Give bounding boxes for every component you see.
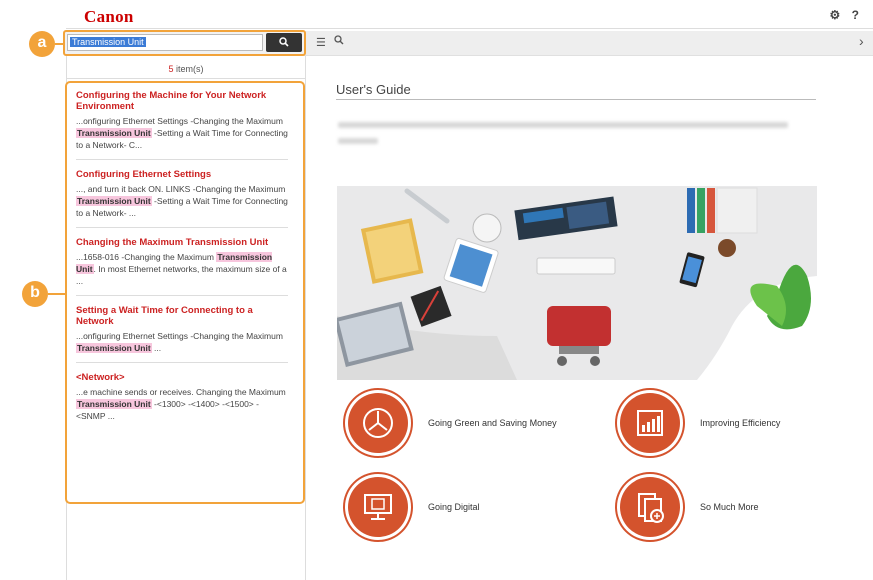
callout-a: a [29,31,55,57]
search-icon [279,37,289,47]
callout-b-connector [48,293,66,295]
result-snippet: ...onfiguring Ethernet Settings -Changin… [76,331,283,353]
bar-chart-icon[interactable] [620,393,680,453]
search-highlight: Transmission Unit [76,128,152,138]
header-icons: ⚙ ? [822,8,859,22]
search-button[interactable] [266,33,302,52]
list-item[interactable]: Configuring Ethernet Settings ..., and t… [76,169,288,228]
topic-label[interactable]: Going Digital [428,502,480,512]
result-snippet: ..., and turn it back ON. LINKS -Changin… [76,184,288,218]
result-title[interactable]: Changing the Maximum Transmission Unit [76,237,288,248]
more-documents-icon[interactable] [620,477,680,537]
callout-b: b [22,281,48,307]
search-highlight: Transmission Unit [76,399,152,409]
list-item[interactable]: Setting a Wait Time for Connecting to a … [76,305,288,363]
result-snippet: ...1658-016 -Changing the Maximum Transm… [76,252,287,286]
result-title[interactable]: <Network> [76,372,288,383]
toolbar-search-icon[interactable] [334,35,344,48]
result-title[interactable]: Configuring the Machine for Your Network… [76,90,288,112]
result-snippet: ...e machine sends or receives. Changing… [76,387,286,421]
result-count: 5 item(s) [66,64,306,74]
page-title: User's Guide [336,82,411,97]
result-title[interactable]: Configuring Ethernet Settings [76,169,288,180]
search-highlight: Transmission Unit [76,343,152,353]
topic-label[interactable]: Going Green and Saving Money [428,418,557,428]
topic-label[interactable]: Improving Efficiency [700,418,780,428]
help-icon[interactable]: ? [852,8,859,22]
sidebar-divider [66,78,306,79]
search-input[interactable]: Transmission Unit [67,34,263,51]
callout-a-connector [55,43,65,45]
search-results: Configuring the Machine for Your Network… [76,90,288,439]
hero-illustration [337,186,817,380]
list-item[interactable]: Changing the Maximum Transmission Unit .… [76,237,288,296]
recycle-icon[interactable] [348,393,408,453]
header-divider [66,28,873,29]
topic-label[interactable]: So Much More [700,502,759,512]
result-count-suffix: item(s) [173,64,204,74]
chevron-right-icon[interactable]: › [859,33,864,49]
list-item[interactable]: Configuring the Machine for Your Network… [76,90,288,160]
list-icon[interactable]: ☰ [316,36,326,49]
list-item[interactable]: <Network> ...e machine sends or receives… [76,372,288,430]
result-snippet: ...onfiguring Ethernet Settings -Changin… [76,116,288,150]
monitor-icon[interactable] [348,477,408,537]
title-divider [336,99,816,100]
search-input-value: Transmission Unit [70,37,146,47]
search-highlight: Transmission Unit [76,196,152,206]
result-title[interactable]: Setting a Wait Time for Connecting to a … [76,305,288,327]
blurred-text-line [338,138,378,144]
canon-logo: Canon [84,7,134,26]
blurred-text-line [338,122,788,128]
gear-icon[interactable]: ⚙ [830,8,841,22]
